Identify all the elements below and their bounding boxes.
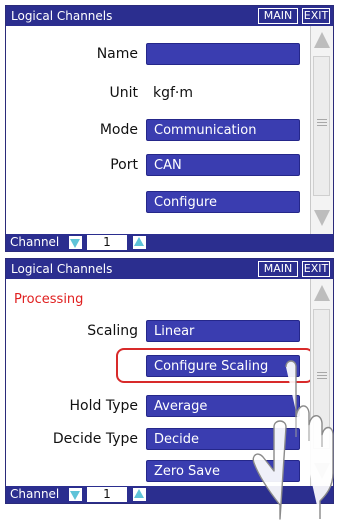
scroll-down-arrow-icon[interactable] [314, 210, 330, 226]
channel-number: 1 [87, 235, 127, 250]
title-bar: Logical Channels MAIN EXIT [6, 259, 333, 279]
unit-label: Unit [109, 85, 139, 101]
channel-bar: Channel 1 [6, 234, 333, 251]
title-bar: Logical Channels MAIN EXIT [6, 6, 333, 26]
channel-increment-button[interactable] [133, 236, 146, 249]
scaling-label: Scaling [87, 323, 138, 339]
main-button[interactable]: MAIN [258, 261, 298, 277]
exit-button[interactable]: EXIT [302, 261, 330, 277]
port-label: Port [110, 157, 138, 173]
channel-decrement-button[interactable] [69, 488, 82, 501]
mode-label: Mode [99, 122, 138, 138]
scaling-field[interactable]: Linear [146, 320, 300, 342]
channel-decrement-button[interactable] [69, 236, 82, 249]
channel-decrement-icon [70, 239, 80, 248]
scroll-thumb[interactable] [313, 56, 330, 196]
channel-label: Channel [10, 487, 60, 501]
channel-increment-button[interactable] [133, 488, 146, 501]
port-field[interactable]: CAN [146, 154, 300, 176]
exit-button[interactable]: EXIT [302, 8, 330, 24]
scrollbar[interactable] [310, 26, 333, 234]
unit-value: kgf·m [153, 85, 194, 101]
channel-increment-icon [134, 489, 144, 498]
decide-type-label: Decide Type [52, 431, 138, 447]
channel-number: 1 [87, 487, 127, 502]
channel-increment-icon [134, 237, 144, 246]
hold-type-label: Hold Type [69, 398, 138, 414]
channel-label: Channel [10, 235, 60, 249]
channel-decrement-icon [70, 491, 80, 500]
configure-button[interactable]: Configure [146, 191, 300, 213]
section-title-processing: Processing [14, 292, 84, 307]
screen-title: Logical Channels [11, 262, 113, 276]
pointing-hand-icon [252, 360, 334, 520]
main-button[interactable]: MAIN [258, 8, 298, 24]
scroll-up-arrow-icon[interactable] [314, 285, 330, 301]
name-field[interactable] [146, 43, 300, 65]
screen-title: Logical Channels [11, 9, 113, 23]
mode-field[interactable]: Communication [146, 119, 300, 141]
name-label: Name [96, 46, 138, 62]
logical-channels-screen-top: Logical Channels MAIN EXIT Name Unit kgf… [5, 5, 334, 252]
scroll-up-arrow-icon[interactable] [314, 32, 330, 48]
